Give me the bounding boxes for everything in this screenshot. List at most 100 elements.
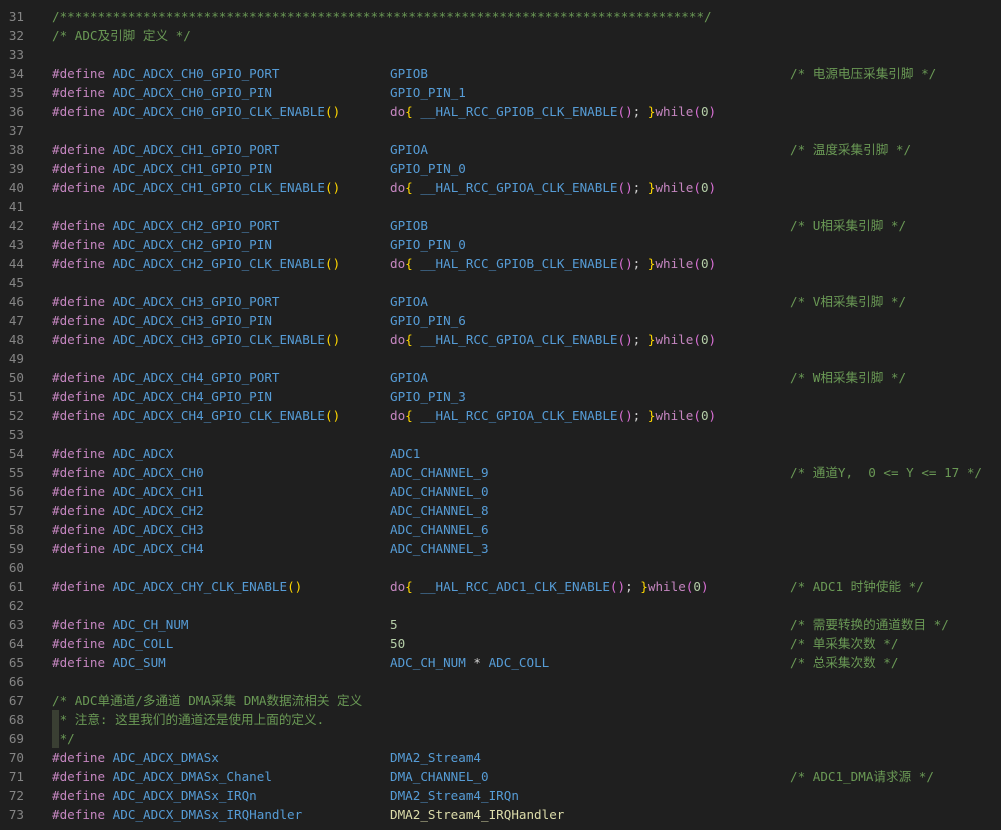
inline-comment: /* 通道Y, 0 <= Y <= 17 */ xyxy=(790,465,982,480)
macro-value-text: ADC_CHANNEL_3 xyxy=(390,541,489,556)
code-line[interactable]: 53 xyxy=(0,425,1001,444)
semicolon: ; xyxy=(632,256,648,271)
code-line[interactable]: 62 xyxy=(0,596,1001,615)
code-editor[interactable]: 31 /*************************************… xyxy=(0,0,1001,830)
macro-call: __HAL_RCC_GPIOA_CLK_ENABLE xyxy=(420,180,618,195)
code-line[interactable]: 64 #define ADC_COLL 50 /* 单采集次数 */ xyxy=(0,634,1001,653)
macro-name: ADC_ADCX_CH1 xyxy=(112,484,204,499)
macro-value-text: ADC_CHANNEL_8 xyxy=(390,503,489,518)
define-keyword: #define xyxy=(52,218,106,233)
code-line[interactable]: 48 #define ADC_ADCX_CH3_GPIO_CLK_ENABLE()… xyxy=(0,330,1001,349)
line-number: 55 xyxy=(8,465,24,480)
paren: () xyxy=(287,579,303,594)
line-number: 54 xyxy=(8,446,24,461)
code-line[interactable]: 70 #define ADC_ADCX_DMASx DMA2_Stream4 xyxy=(0,748,1001,767)
number-literal: 0 xyxy=(700,332,709,347)
code-line[interactable]: 69 */ xyxy=(0,729,1001,748)
code-line[interactable]: 44 #define ADC_ADCX_CH2_GPIO_CLK_ENABLE()… xyxy=(0,254,1001,273)
code-line[interactable]: 37 xyxy=(0,121,1001,140)
code-line[interactable]: 43 #define ADC_ADCX_CH2_GPIO_PIN GPIO_PIN_… xyxy=(0,235,1001,254)
inline-comment: /* U相采集引脚 */ xyxy=(790,218,907,233)
code-text: /* ADC及引脚 定义 */ xyxy=(52,26,191,45)
code-line[interactable]: 40 #define ADC_ADCX_CH1_GPIO_CLK_ENABLE()… xyxy=(0,178,1001,197)
macro-value: GPIOA xyxy=(390,368,428,387)
code-line[interactable]: 58 #define ADC_ADCX_CH3 ADC_CHANNEL_6 xyxy=(0,520,1001,539)
paren: () xyxy=(324,332,341,347)
code-line[interactable]: 46 #define ADC_ADCX_CH3_GPIO_PORT GPIOA /* … xyxy=(0,292,1001,311)
code-line[interactable]: 60 xyxy=(0,558,1001,577)
code-line[interactable]: 65 #define ADC_SUM ADC_CH_NUM * ADC_COLL /*… xyxy=(0,653,1001,672)
code-text: #define ADC_ADCX_CH3_GPIO_CLK_ENABLE() xyxy=(52,330,340,349)
code-line[interactable]: 63 #define ADC_CH_NUM 5 /* 需要转换的通道数目 */ xyxy=(0,615,1001,634)
code-line[interactable]: 57 #define ADC_ADCX_CH2 ADC_CHANNEL_8 xyxy=(0,501,1001,520)
brace: { xyxy=(405,180,413,195)
line-number: 40 xyxy=(8,180,24,195)
macro-value: ADC_CHANNEL_3 xyxy=(390,539,489,558)
define-keyword: #define xyxy=(52,104,106,119)
code-line[interactable]: 45 xyxy=(0,273,1001,292)
paren: () xyxy=(617,256,633,271)
line-number: 51 xyxy=(8,389,24,404)
line-number: 46 xyxy=(8,294,24,309)
while-keyword: while xyxy=(655,332,694,347)
code-line[interactable]: 52 #define ADC_ADCX_CH4_GPIO_CLK_ENABLE()… xyxy=(0,406,1001,425)
code-text: #define ADC_ADCX_DMASx_IRQHandler xyxy=(52,805,302,824)
code-line[interactable]: 42 #define ADC_ADCX_CH2_GPIO_PORT GPIOB /* … xyxy=(0,216,1001,235)
line-number: 34 xyxy=(8,66,24,81)
paren: ( xyxy=(693,256,701,271)
code-text: #define ADC_COLL xyxy=(52,634,173,653)
code-line[interactable]: 68 * 注意: 这里我们的通道还是使用上面的定义. xyxy=(0,710,1001,729)
code-line[interactable]: 35 #define ADC_ADCX_CH0_GPIO_PIN GPIO_PIN_… xyxy=(0,83,1001,102)
macro-value: GPIOA xyxy=(390,292,428,311)
macro-name: ADC_ADCX_CH4 xyxy=(112,541,204,556)
code-text: #define ADC_ADCX_CH4 xyxy=(52,539,204,558)
code-line[interactable]: 67 /* ADC单通道/多通道 DMA采集 DMA数据流相关 定义 xyxy=(0,691,1001,710)
code-line[interactable]: 55 #define ADC_ADCX_CH0 ADC_CHANNEL_9 /* 通道… xyxy=(0,463,1001,482)
line-number: 31 xyxy=(8,9,24,24)
while-keyword: while xyxy=(655,180,694,195)
code-line[interactable]: 73 #define ADC_ADCX_DMASx_IRQHandler DMA2_… xyxy=(0,805,1001,824)
code-line[interactable]: 50 #define ADC_ADCX_CH4_GPIO_PORT GPIOA /* … xyxy=(0,368,1001,387)
paren: () xyxy=(617,104,633,119)
macro-name: ADC_ADCX_CH1_GPIO_PIN xyxy=(112,161,272,176)
code-text: #define ADC_ADCX_CH4_GPIO_PIN xyxy=(52,387,272,406)
line-number: 61 xyxy=(8,579,24,594)
paren: () xyxy=(617,332,633,347)
code-line[interactable]: 59 #define ADC_ADCX_CH4 ADC_CHANNEL_3 xyxy=(0,539,1001,558)
macro-name: ADC_SUM xyxy=(112,655,166,670)
code-line[interactable]: 36 #define ADC_ADCX_CH0_GPIO_CLK_ENABLE()… xyxy=(0,102,1001,121)
code-line[interactable]: 32 /* ADC及引脚 定义 */ xyxy=(0,26,1001,45)
code-line[interactable]: 72 #define ADC_ADCX_DMASx_IRQn DMA2_Stream… xyxy=(0,786,1001,805)
code-text: #define ADC_ADCX_CH2_GPIO_PORT xyxy=(52,216,279,235)
macro-value-text: GPIOA xyxy=(390,294,428,309)
line-number: 56 xyxy=(8,484,24,499)
paren: () xyxy=(609,579,626,594)
code-line[interactable]: 33 xyxy=(0,45,1001,64)
code-line[interactable]: 41 xyxy=(0,197,1001,216)
code-line[interactable]: 54 #define ADC_ADCX ADC1 xyxy=(0,444,1001,463)
code-line[interactable]: 66 xyxy=(0,672,1001,691)
line-number: 52 xyxy=(8,408,24,423)
code-line[interactable]: 49 xyxy=(0,349,1001,368)
paren: ( xyxy=(693,408,701,423)
code-text: #define ADC_ADCX_DMASx xyxy=(52,748,219,767)
code-line[interactable]: 61 #define ADC_ADCX_CHY_CLK_ENABLE() do{ _… xyxy=(0,577,1001,596)
code-line[interactable]: 56 #define ADC_ADCX_CH1 ADC_CHANNEL_0 xyxy=(0,482,1001,501)
macro-value: ADC_CHANNEL_8 xyxy=(390,501,489,520)
code-line[interactable]: 31 /*************************************… xyxy=(0,7,1001,26)
code-text: #define ADC_ADCX_CH3_GPIO_PIN xyxy=(52,311,272,330)
inline-comment: /* ADC1_DMA请求源 */ xyxy=(790,769,934,784)
code-line[interactable]: 51 #define ADC_ADCX_CH4_GPIO_PIN GPIO_PIN_… xyxy=(0,387,1001,406)
code-line[interactable]: 39 #define ADC_ADCX_CH1_GPIO_PIN GPIO_PIN_… xyxy=(0,159,1001,178)
define-keyword: #define xyxy=(52,332,106,347)
macro-name: ADC_ADCX_CH1_GPIO_PORT xyxy=(112,142,280,157)
line-number: 58 xyxy=(8,522,24,537)
code-line[interactable]: 38 #define ADC_ADCX_CH1_GPIO_PORT GPIOA /* … xyxy=(0,140,1001,159)
inline-comment: /* 电源电压采集引脚 */ xyxy=(790,66,937,81)
code-line[interactable]: 34 #define ADC_ADCX_CH0_GPIO_PORT GPIOB /* … xyxy=(0,64,1001,83)
code-line[interactable]: 47 #define ADC_ADCX_CH3_GPIO_PIN GPIO_PIN_… xyxy=(0,311,1001,330)
paren: ) xyxy=(708,332,717,347)
paren: ( xyxy=(693,104,701,119)
macro-value-text: DMA2_Stream4_IRQHandler xyxy=(390,807,565,822)
code-line[interactable]: 71 #define ADC_ADCX_DMASx_Chanel DMA_CHANN… xyxy=(0,767,1001,786)
